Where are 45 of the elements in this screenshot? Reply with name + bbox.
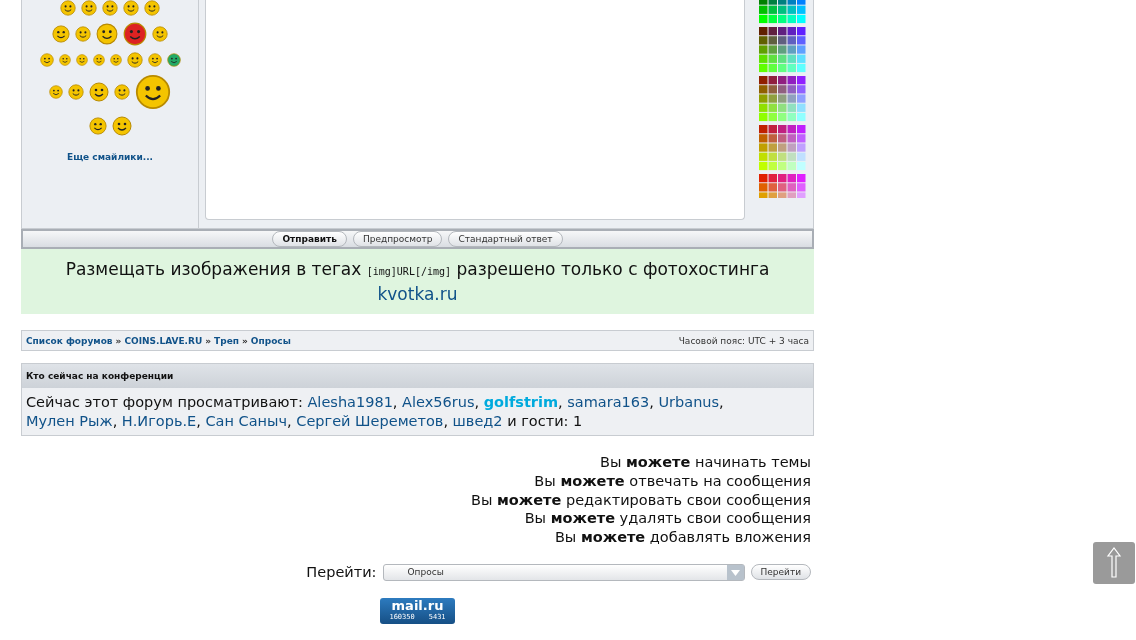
smiley-icon[interactable] [135, 74, 171, 110]
permission-text: Вы можете добавлять вложения [554, 528, 811, 547]
jump-button[interactable]: Перейти [750, 564, 811, 581]
notice-text: Размещать изображения в тегах [img]URL[/img] разрешено только с фотохостинга kvotka.ru [21, 249, 814, 314]
smiley-icon[interactable] [39, 53, 54, 67]
timezone-text: Часовой пояс: UTC + 3 часа [678, 335, 809, 346]
smiley-icon[interactable] [96, 23, 118, 45]
permission-text: Вы можете начинать темы [599, 453, 811, 472]
online-text: Сейчас этот форум просматривают: Alesha1981, Alex56rus, golfstrim, samara163, Urbanus, Мулен Рыж, Н.Игорь.Е, Сан Саныч, Сергей Шереметов, швед2 и гости: 1 [22, 388, 813, 435]
smiley-icon[interactable] [89, 82, 109, 102]
color-palette[interactable] [759, 0, 807, 198]
smiley-icon[interactable] [49, 85, 63, 99]
user-link[interactable]: Urbanus [658, 394, 720, 410]
user-link[interactable]: швед2 [452, 413, 503, 429]
smiley-icon[interactable] [111, 116, 132, 136]
breadcrumb-link[interactable]: COINS.LAVE.RU [124, 335, 203, 346]
user-link[interactable]: samara163 [567, 394, 650, 410]
notice-link[interactable]: kvotka.ru [377, 284, 458, 304]
post-button[interactable]: Стандартный ответ [448, 231, 563, 247]
user-link[interactable]: Alesha1981 [307, 394, 393, 410]
breadcrumb-separator: » [115, 335, 122, 346]
breadcrumb-separator: » [205, 335, 212, 346]
breadcrumb-separator: » [242, 335, 248, 346]
permission-text: Вы можете удалять свои сообщения [524, 509, 811, 529]
user-link[interactable]: Alex56rus [402, 394, 475, 410]
smiley-icon[interactable] [88, 117, 107, 135]
user-link[interactable]: Сергей Шереметов [296, 413, 444, 429]
breadcrumb-link[interactable]: Треп [214, 335, 239, 346]
smiley-icon[interactable] [166, 53, 181, 67]
user-link[interactable]: Мулен Рыж [26, 413, 113, 429]
smiley-icon[interactable] [147, 53, 162, 67]
smiley-icon[interactable] [52, 25, 70, 43]
permission-text: Вы можете отвечать на сообщения [534, 471, 811, 491]
post-button[interactable]: Отправить [272, 231, 347, 247]
smiley-icon[interactable] [123, 22, 147, 46]
panel-title: Кто сейчас на конференции [26, 371, 174, 381]
more-smilies-link[interactable]: Еще смайлики... [67, 152, 153, 162]
jump-label: Перейти: [306, 564, 377, 581]
post-button[interactable]: Предпросмотр [352, 231, 443, 247]
permission-text: Вы можете редактировать свои сообщения [471, 490, 811, 510]
breadcrumb-link[interactable]: Опросы [250, 335, 291, 346]
forum-select[interactable]: Опросы [382, 564, 745, 581]
user-link[interactable]: Сан Саныч [205, 413, 288, 429]
user-link[interactable]: Н.Игорь.Е [121, 413, 197, 429]
breadcrumb-link[interactable]: Список форумов [26, 335, 113, 346]
